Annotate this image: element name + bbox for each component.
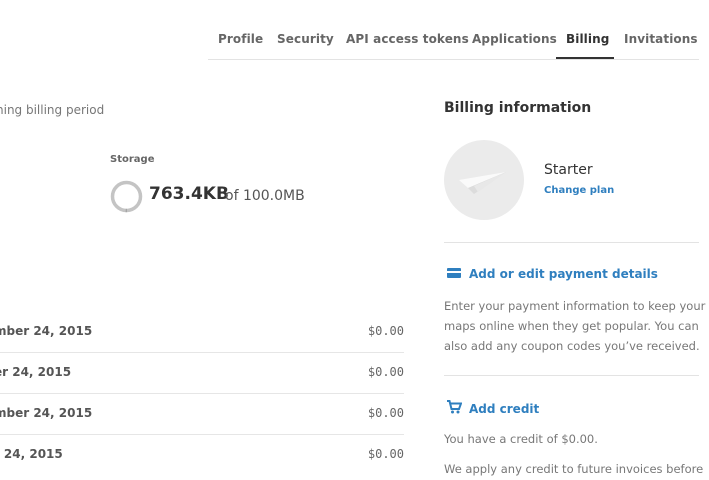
tab-profile[interactable]: Profile <box>218 32 263 46</box>
invoice-date: t 24, 2015 <box>0 447 63 461</box>
invoice-amount: $0.00 <box>367 324 404 338</box>
credit-balance-text: You have a credit of $0.00. <box>444 432 598 446</box>
tab-billing[interactable]: Billing <box>566 32 609 46</box>
billing-period-text: ning billing period <box>0 103 105 117</box>
divider <box>444 375 699 376</box>
tab-applications[interactable]: Applications <box>472 32 557 46</box>
storage-usage-ring <box>110 180 143 213</box>
credit-note-text: We apply any credit to future invoices b… <box>444 462 704 476</box>
invoice-amount: $0.00 <box>367 406 404 420</box>
active-tab-indicator <box>556 57 614 59</box>
invoice-amount: $0.00 <box>367 447 404 461</box>
plan-badge <box>444 140 524 220</box>
cart-icon <box>447 400 462 414</box>
invoice-row[interactable]: mber 24, 2015 $0.00 <box>0 312 404 353</box>
invoice-row[interactable]: mber 24, 2015 $0.00 <box>0 394 404 435</box>
credit-card-icon <box>447 268 461 278</box>
payment-details-link[interactable]: Add or edit payment details <box>446 267 658 281</box>
payment-details-label: Add or edit payment details <box>469 267 658 281</box>
invoice-date: mber 24, 2015 <box>0 324 93 338</box>
payment-description: Enter your payment information to keep y… <box>444 299 706 353</box>
storage-limit-text: of 100.0MB <box>225 188 305 204</box>
storage-label: Storage <box>110 154 155 165</box>
invoice-date: mber 24, 2015 <box>0 406 93 420</box>
add-credit-label: Add credit <box>469 402 540 416</box>
tab-invitations[interactable]: Invitations <box>624 32 698 46</box>
invoice-row[interactable]: er 24, 2015 $0.00 <box>0 353 404 394</box>
paper-plane-icon <box>459 172 506 194</box>
billing-info-heading: Billing information <box>444 100 592 116</box>
storage-used-value: 763.4KB <box>149 184 229 204</box>
current-plan-name: Starter <box>544 162 593 178</box>
change-plan-link[interactable]: Change plan <box>544 185 614 196</box>
invoice-amount: $0.00 <box>367 365 404 379</box>
add-credit-link[interactable]: Add credit <box>446 400 539 416</box>
divider <box>444 242 699 243</box>
tab-security[interactable]: Security <box>277 32 334 46</box>
invoice-row[interactable]: t 24, 2015 $0.00 <box>0 435 404 476</box>
tab-api-access-tokens[interactable]: API access tokens <box>346 32 469 46</box>
invoice-date: er 24, 2015 <box>0 365 72 379</box>
